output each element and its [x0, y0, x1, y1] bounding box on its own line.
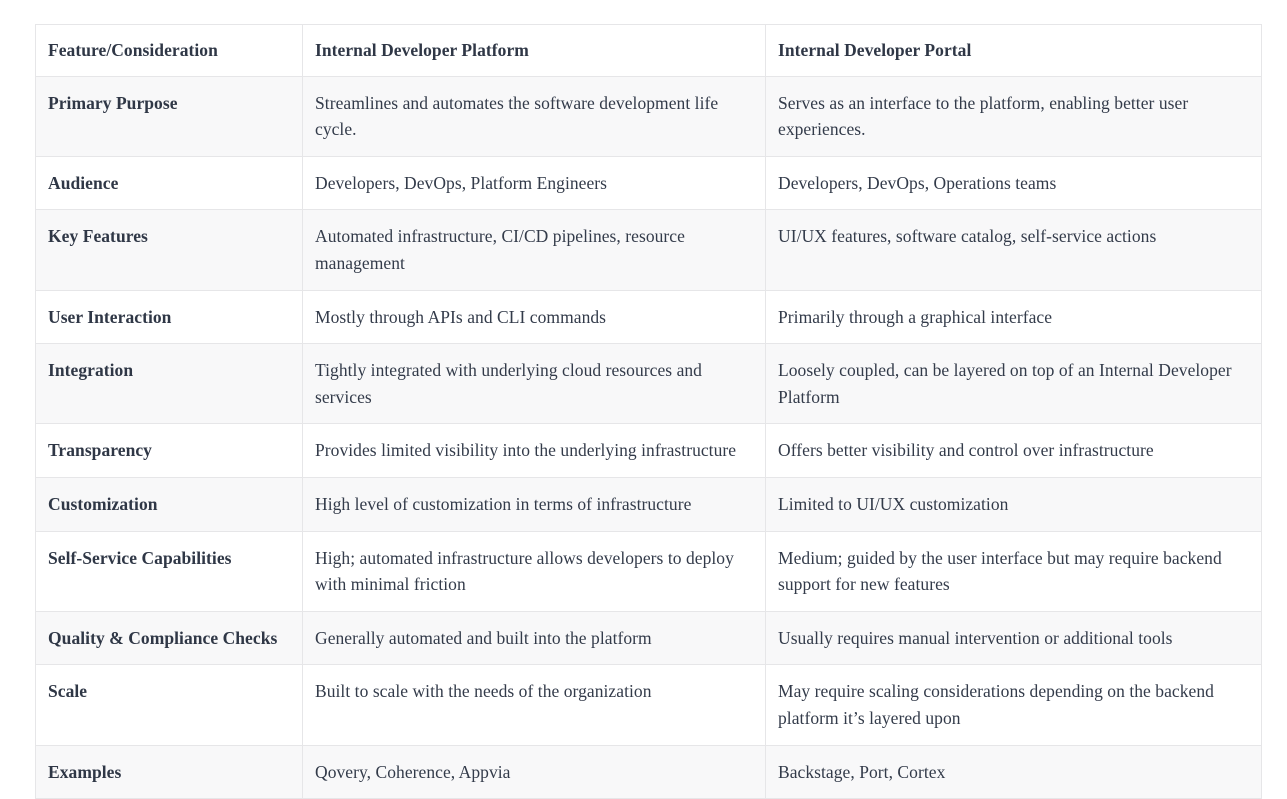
column-header-platform: Internal Developer Platform — [302, 24, 766, 77]
table-row: User Interaction Mostly through APIs and … — [35, 289, 1262, 345]
cell-portal: Medium; guided by the user interface but… — [765, 530, 1262, 612]
comparison-table-container: Feature/Consideration Internal Developer… — [35, 24, 1262, 799]
table-row: Integration Tightly integrated with under… — [35, 343, 1262, 425]
row-header-feature: Key Features — [35, 209, 303, 291]
column-header-feature: Feature/Consideration — [35, 24, 303, 77]
table-row: Audience Developers, DevOps, Platform Eng… — [35, 155, 1262, 211]
cell-platform: Tightly integrated with underlying cloud… — [302, 343, 766, 425]
row-header-feature: Customization — [35, 476, 303, 532]
table-row: Primary Purpose Streamlines and automates… — [35, 75, 1262, 157]
column-header-portal: Internal Developer Portal — [765, 24, 1262, 77]
cell-portal: Loosely coupled, can be layered on top o… — [765, 343, 1262, 425]
idp-comparison-table: Feature/Consideration Internal Developer… — [35, 24, 1262, 799]
cell-platform: High; automated infrastructure allows de… — [302, 530, 766, 612]
cell-portal: Backstage, Port, Cortex — [765, 744, 1262, 799]
table-body: Primary Purpose Streamlines and automates… — [35, 75, 1262, 799]
row-header-feature: Examples — [35, 744, 303, 799]
cell-portal: Developers, DevOps, Operations teams — [765, 155, 1262, 211]
cell-portal: Offers better visibility and control ove… — [765, 423, 1262, 478]
cell-platform: Generally automated and built into the p… — [302, 610, 766, 666]
cell-platform: Developers, DevOps, Platform Engineers — [302, 155, 766, 211]
cell-portal: Primarily through a graphical interface — [765, 289, 1262, 345]
row-header-feature: Integration — [35, 343, 303, 425]
row-header-feature: Scale — [35, 664, 303, 746]
cell-platform: Automated infrastructure, CI/CD pipeline… — [302, 209, 766, 291]
table-row: Transparency Provides limited visibility … — [35, 423, 1262, 478]
row-header-feature: Self-Service Capabilities — [35, 530, 303, 612]
row-header-feature: User Interaction — [35, 289, 303, 345]
table-row: Customization High level of customization… — [35, 476, 1262, 532]
row-header-feature: Audience — [35, 155, 303, 211]
cell-portal: UI/UX features, software catalog, self-s… — [765, 209, 1262, 291]
cell-platform: Streamlines and automates the software d… — [302, 75, 766, 157]
cell-portal: Usually requires manual intervention or … — [765, 610, 1262, 666]
table-row: Self-Service Capabilities High; automated… — [35, 530, 1262, 612]
row-header-feature: Quality & Compliance Checks — [35, 610, 303, 666]
cell-platform: Provides limited visibility into the und… — [302, 423, 766, 478]
table-header-row: Feature/Consideration Internal Developer… — [35, 24, 1262, 77]
table-row: Key Features Automated infrastructure, CI… — [35, 209, 1262, 291]
cell-platform: Qovery, Coherence, Appvia — [302, 744, 766, 799]
table-row: Scale Built to scale with the needs of th… — [35, 664, 1262, 746]
cell-platform: Built to scale with the needs of the org… — [302, 664, 766, 746]
table-row: Examples Qovery, Coherence, Appvia Backsta… — [35, 744, 1262, 799]
row-header-feature: Primary Purpose — [35, 75, 303, 157]
cell-platform: Mostly through APIs and CLI commands — [302, 289, 766, 345]
cell-portal: Limited to UI/UX customization — [765, 476, 1262, 532]
cell-platform: High level of customization in terms of … — [302, 476, 766, 532]
table-row: Quality & Compliance Checks Generally aut… — [35, 610, 1262, 666]
table-header: Feature/Consideration Internal Developer… — [35, 24, 1262, 77]
cell-portal: Serves as an interface to the platform, … — [765, 75, 1262, 157]
row-header-feature: Transparency — [35, 423, 303, 478]
page-root: Feature/Consideration Internal Developer… — [0, 0, 1287, 799]
cell-portal: May require scaling considerations depen… — [765, 664, 1262, 746]
